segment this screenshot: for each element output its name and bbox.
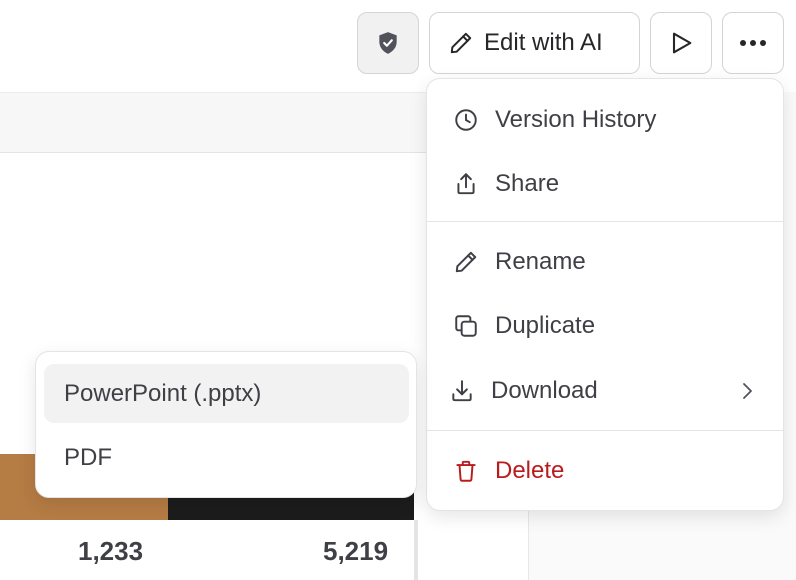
menu-item-label: Delete: [495, 457, 565, 484]
menu-item-version-history[interactable]: Version History: [427, 95, 783, 145]
pencil-icon: [448, 30, 474, 56]
privacy-shield-button[interactable]: [357, 12, 419, 74]
menu-item-label: Version History: [495, 106, 657, 133]
play-icon: [667, 29, 695, 57]
chevron-right-icon: [735, 379, 759, 403]
menu-item-label: Download: [491, 377, 598, 404]
clock-icon: [453, 107, 479, 133]
edit-with-ai-button[interactable]: Edit with AI: [429, 12, 640, 74]
present-button[interactable]: [650, 12, 712, 74]
panel-divider: [414, 520, 418, 580]
menu-item-share[interactable]: Share: [427, 159, 783, 209]
more-horizontal-icon: [738, 38, 768, 48]
menu-divider: [427, 221, 783, 222]
pencil-icon: [453, 249, 479, 275]
menu-item-label: Duplicate: [495, 312, 596, 339]
shield-check-icon: [375, 30, 401, 56]
menu-item-label: Rename: [495, 248, 586, 275]
download-submenu: PowerPoint (.pptx) PDF: [35, 351, 417, 498]
trash-icon: [453, 458, 479, 484]
menu-item-delete[interactable]: Delete: [427, 446, 783, 496]
menu-item-download[interactable]: Download: [427, 366, 783, 416]
download-pdf-option[interactable]: PDF: [44, 428, 409, 487]
menu-item-duplicate[interactable]: Duplicate: [427, 301, 783, 351]
chart-data-label: 5,219: [323, 536, 389, 566]
download-icon: [449, 378, 475, 404]
menu-item-rename[interactable]: Rename: [427, 237, 783, 287]
menu-item-label: Share: [495, 170, 560, 197]
menu-divider: [427, 430, 783, 431]
download-pptx-option[interactable]: PowerPoint (.pptx): [44, 364, 409, 423]
share-icon: [453, 171, 479, 197]
edit-with-ai-label: Edit with AI: [484, 29, 603, 56]
more-options-button[interactable]: [722, 12, 784, 74]
copy-icon: [453, 313, 479, 339]
chart-data-label: 1,233: [78, 536, 144, 566]
more-options-menu: Version History Share Rename Duplicate D…: [426, 78, 784, 511]
